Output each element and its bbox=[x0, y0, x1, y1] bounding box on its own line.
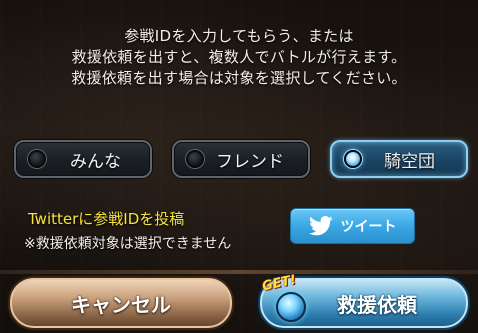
rescue-orb-icon bbox=[276, 292, 306, 322]
target-option-label: フレンド bbox=[216, 151, 284, 172]
message-line-2: 救援依頼を出すと、複数人でバトルが行えます。 bbox=[71, 48, 407, 66]
target-option-everyone[interactable]: みんな bbox=[14, 140, 152, 178]
rescue-target-note: ※救援依頼対象は選択できません bbox=[24, 236, 232, 252]
target-option-friend[interactable]: フレンド bbox=[172, 140, 310, 178]
rescue-button-label: 救援依頼 bbox=[337, 292, 417, 317]
cancel-button-label: キャンセル bbox=[71, 292, 171, 317]
message-line-1: 参戦IDを入力してもらう、または bbox=[124, 27, 354, 45]
twitter-bird-icon bbox=[308, 216, 333, 236]
target-option-label: 騎空団 bbox=[384, 151, 435, 172]
instruction-message: 参戦IDを入力してもらう、または 救援依頼を出すと、複数人でバトルが行えます。 … bbox=[0, 26, 478, 89]
tweet-button-label: ツイート bbox=[340, 219, 397, 235]
radio-indicator bbox=[186, 150, 204, 168]
cancel-button[interactable]: キャンセル bbox=[8, 276, 234, 330]
frame-divider bbox=[0, 270, 478, 274]
target-option-crew[interactable]: 騎空団 bbox=[330, 140, 468, 178]
radio-indicator bbox=[28, 150, 46, 168]
radio-indicator-selected bbox=[344, 150, 362, 168]
message-line-3: 救援依頼を出す場合は対象を選択してください。 bbox=[71, 69, 407, 87]
twitter-post-text: Twitterに参戦IDを投稿 bbox=[28, 210, 185, 228]
tweet-button[interactable]: ツイート bbox=[290, 208, 415, 244]
target-option-label: みんな bbox=[70, 151, 121, 172]
